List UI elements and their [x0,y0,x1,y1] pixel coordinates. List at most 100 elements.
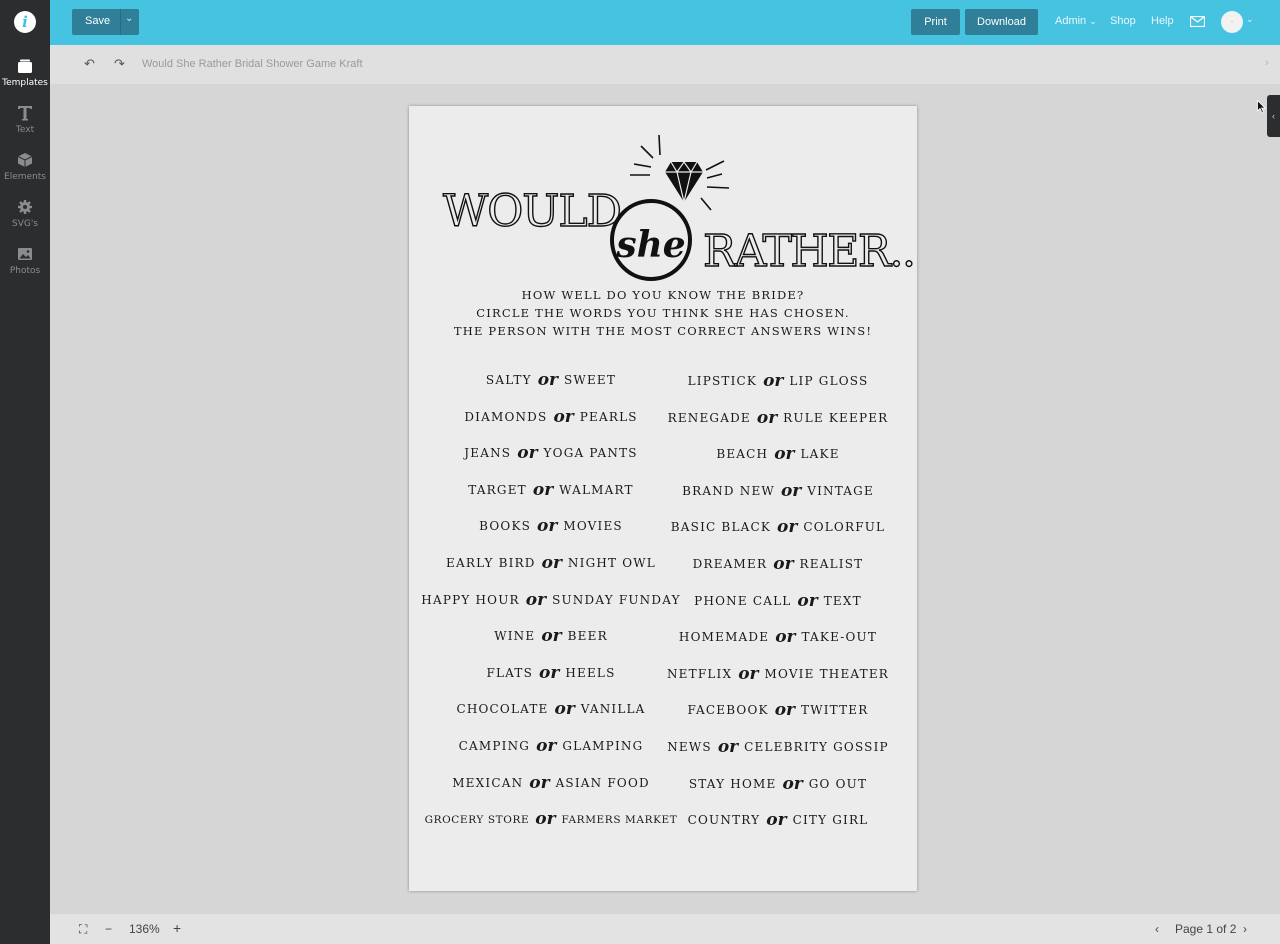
option-b: TAKE-OUT [801,630,878,645]
redo-icon[interactable]: ↷ [114,56,125,72]
question-pair: DREAMER or REALIST [693,553,864,574]
rail-text[interactable]: Text [0,105,50,135]
title-would: WOULD [443,186,621,237]
question-pair: CHOCOLATE or VANILLA [456,698,645,720]
question-pair: STAY HOME or GO OUT [689,773,867,794]
chevron-down-icon: ⌄ [1089,16,1097,26]
option-a: CAMPING [458,739,531,753]
page-indicator: Page 1 of 2 [1175,922,1237,936]
avatar[interactable]: ~ [1221,11,1243,33]
question-pair: GROCERY STORE or FARMERS MARKET [424,808,678,830]
option-a: NEWS [667,740,712,754]
option-a: GROCERY STORE [424,814,530,827]
or-word: or [517,443,538,464]
or-word: or [535,809,556,830]
diamond-icon [630,134,730,211]
or-word: or [777,517,798,538]
or-word: or [774,444,795,465]
option-a: BASIC BLACK [670,520,772,535]
option-b: ASIAN FOOD [555,775,650,790]
admin-menu[interactable]: Admin ⌄ [1055,15,1097,27]
rail-label: Elements [4,172,46,182]
instruction-line: CIRCLE THE WORDS YOU THINK SHE HAS CHOSE… [476,306,850,320]
rail-label: Text [15,125,35,135]
question-pair: LIPSTICK or LIP GLOSS [688,370,869,391]
question-pair: DIAMONDS or PEARLS [464,406,637,427]
option-a: BOOKS [479,519,532,534]
option-b: NIGHT OWL [567,556,656,570]
text-icon [18,106,32,121]
undo-icon[interactable]: ↶ [84,56,95,72]
shop-link[interactable]: Shop [1110,15,1136,27]
option-a: FLATS [486,665,534,680]
gear-icon [18,200,32,214]
question-pair: HAPPY HOUR or SUNDAY FUNDAY [421,589,681,610]
chevron-right-icon[interactable]: › [1265,57,1269,69]
save-button[interactable]: Save ⌄ [72,9,139,35]
option-b: GLAMPING [562,739,644,753]
or-word: or [738,663,759,684]
zoom-level: 136% [129,922,160,936]
admin-label: Admin [1055,15,1087,27]
question-pair: HOMEMADE or TAKE-OUT [678,626,878,647]
question-pair: NETFLIX or MOVIE THEATER [666,663,890,684]
rail-label: Templates [2,78,48,88]
instruction-line: THE PERSON WITH THE MOST CORRECT ANSWERS… [453,324,873,338]
option-a: JEANS [464,446,512,461]
document-title: Would She Rather Bridal Shower Game Kraf… [142,58,363,70]
or-word: or [529,772,550,793]
question-pair: TARGET or WALMART [468,479,634,500]
option-a: TARGET [468,482,527,497]
option-b: BEER [567,629,608,644]
print-button[interactable]: Print [911,9,960,35]
or-word: or [539,662,560,683]
question-pair: FLATS or HEELS [486,662,616,683]
design-canvas[interactable]: WOULD she RATHER... HOW WELL DO YOU KNOW… [409,106,917,891]
or-word: or [554,699,575,720]
option-a: HOMEMADE [678,630,770,645]
title-rather: RATHER... [703,226,917,277]
rail-elements[interactable]: Elements [0,152,50,182]
option-a: NETFLIX [666,666,733,681]
fullscreen-icon[interactable]: ⛶ [79,922,87,937]
question-pair: BEACH or LAKE [716,443,839,465]
divider [120,9,121,35]
help-link[interactable]: Help [1151,15,1174,27]
mail-icon[interactable] [1190,16,1205,27]
option-a: BEACH [716,447,769,462]
rail-templates[interactable]: Templates [0,58,50,88]
app-logo[interactable]: i [14,11,36,33]
option-b: SUNDAY FUNDAY [552,592,681,607]
option-a: COUNTRY [687,813,761,828]
photos-icon [18,248,32,260]
left-rail: i Templates Text Elements SVG's Photos [0,0,50,944]
next-page-icon[interactable]: › [1243,922,1247,936]
prev-page-icon[interactable]: ‹ [1155,922,1159,936]
chevron-down-icon[interactable]: ⌄ [1246,14,1254,25]
option-b: MOVIE THEATER [764,666,890,681]
save-label: Save [85,15,111,27]
question-pair: WINE or BEER [494,625,608,646]
option-b: WALMART [559,482,634,497]
question-pair: MEXICAN or ASIAN FOOD [452,772,650,793]
option-a: SALTY [485,373,532,387]
option-b: HEELS [565,665,616,680]
question-pair: PHONE CALL or TEXT [694,590,862,611]
option-b: RULE KEEPER [783,410,889,425]
zoom-out-button[interactable]: − [105,922,112,936]
rail-svgs[interactable]: SVG's [0,199,50,229]
or-word: or [537,370,559,390]
rail-photos[interactable]: Photos [0,246,50,276]
option-a: HAPPY HOUR [421,592,520,607]
download-button[interactable]: Download [965,9,1038,35]
rail-label: Photos [9,266,41,276]
option-b: COLORFUL [803,520,886,535]
question-pair: BASIC BLACK or COLORFUL [670,516,886,538]
chevron-down-icon[interactable]: ⌄ [125,13,133,24]
or-word: or [532,479,554,500]
option-a: BRAND NEW [682,483,775,498]
option-b: YOGA PANTS [543,446,638,461]
side-panel-toggle[interactable]: ‹ [1267,95,1280,137]
zoom-in-button[interactable]: + [173,920,181,936]
or-word: or [763,371,784,391]
